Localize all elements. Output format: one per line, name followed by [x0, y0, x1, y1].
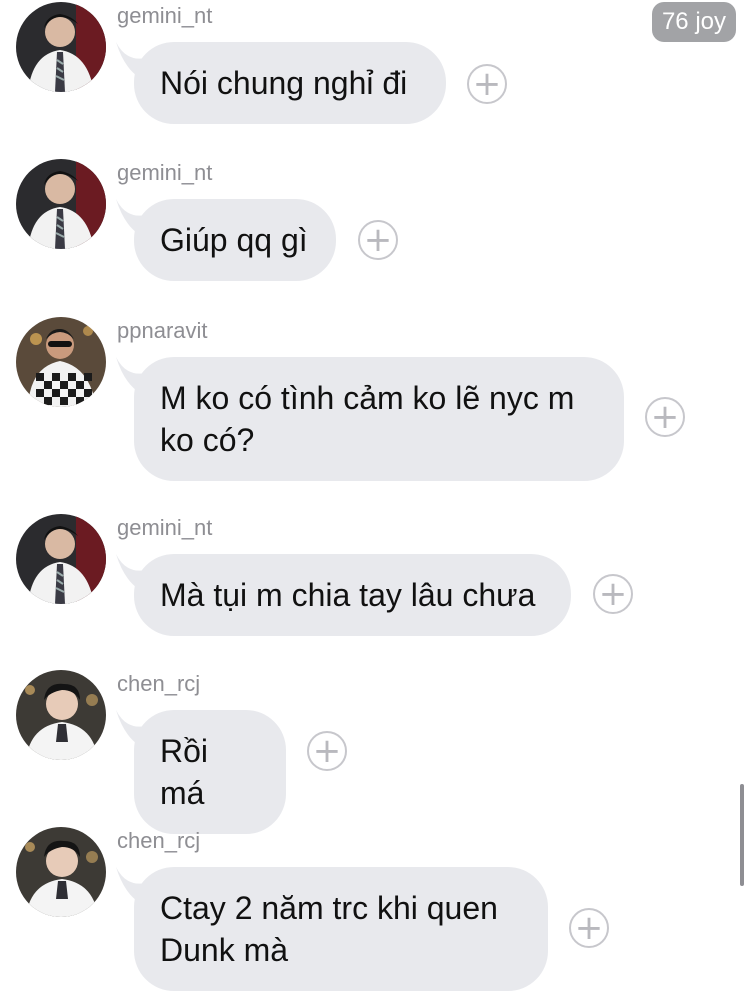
- username[interactable]: gemini_nt: [117, 159, 212, 187]
- message-bubble[interactable]: Nói chung nghỉ đi: [134, 42, 446, 124]
- avatar-gemini-icon[interactable]: [16, 2, 106, 92]
- add-reaction-button[interactable]: +: [593, 574, 633, 614]
- add-reaction-button[interactable]: +: [358, 220, 398, 260]
- message-bubble[interactable]: Mà tụi m chia tay lâu chưa: [134, 554, 571, 636]
- username[interactable]: ppnaravit: [117, 317, 208, 345]
- message-row: gemini_nt Nói chung nghỉ đi +: [0, 2, 750, 127]
- message-bubble[interactable]: Giúp qq gì: [134, 199, 336, 281]
- add-reaction-button[interactable]: +: [467, 64, 507, 104]
- avatar-gemini-icon[interactable]: [16, 159, 106, 249]
- chat-thread: 76 joy gemini_nt Nói chung nghỉ đi + gem…: [0, 0, 750, 1001]
- avatar-gemini-icon[interactable]: [16, 514, 106, 604]
- message-row: ppnaravit M ko có tình cảm ko lẽ nyc m k…: [0, 317, 750, 482]
- message-row: gemini_nt Mà tụi m chia tay lâu chưa +: [0, 514, 750, 639]
- avatar-ppnaravit-icon[interactable]: [16, 317, 106, 407]
- message-bubble[interactable]: M ko có tình cảm ko lẽ nyc m ko có?: [134, 357, 624, 481]
- add-reaction-button[interactable]: +: [569, 908, 609, 948]
- avatar-chen-icon[interactable]: [16, 670, 106, 760]
- scrollbar[interactable]: [740, 784, 744, 886]
- message-bubble[interactable]: Ctay 2 năm trc khi quen Dunk mà: [134, 867, 548, 991]
- add-reaction-button[interactable]: +: [645, 397, 685, 437]
- username[interactable]: chen_rcj: [117, 670, 200, 698]
- message-row: gemini_nt Giúp qq gì +: [0, 159, 750, 284]
- message-bubble[interactable]: Rồi má: [134, 710, 286, 834]
- avatar-chen-icon[interactable]: [16, 827, 106, 917]
- message-row: chen_rcj Ctay 2 năm trc khi quen Dunk mà…: [0, 827, 750, 992]
- message-row: chen_rcj Rồi má +: [0, 670, 750, 834]
- username[interactable]: gemini_nt: [117, 514, 212, 542]
- username[interactable]: chen_rcj: [117, 827, 200, 855]
- add-reaction-button[interactable]: +: [307, 731, 347, 771]
- username[interactable]: gemini_nt: [117, 2, 212, 30]
